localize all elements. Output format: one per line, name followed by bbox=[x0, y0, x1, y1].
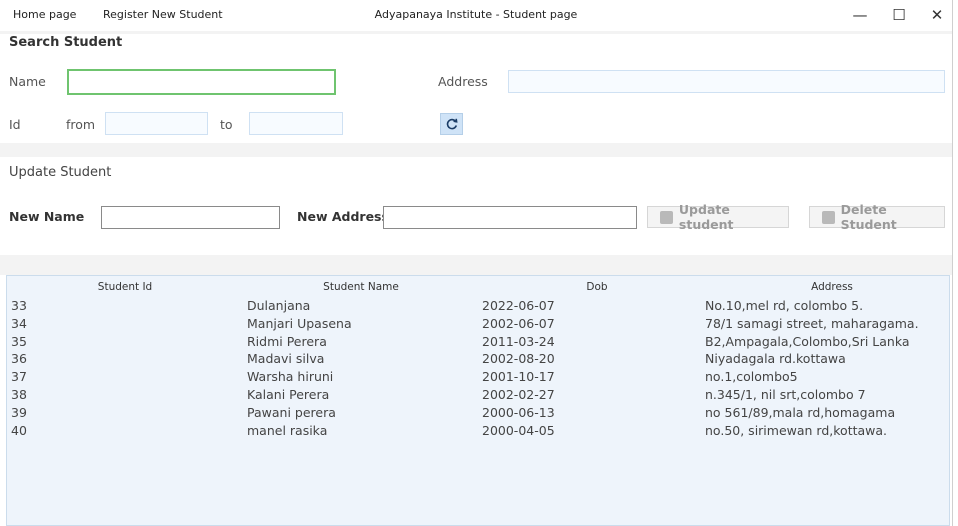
cell-dob: 2000-04-05 bbox=[482, 422, 555, 438]
search-panel: Search Student Name Address Id from to bbox=[0, 34, 952, 143]
id-from-label: from bbox=[66, 117, 96, 132]
cell-dob: 2000-06-13 bbox=[482, 404, 555, 420]
new-name-label: New Name bbox=[9, 209, 85, 224]
cell-address: B2,Ampagala,Colombo,Sri Lanka bbox=[705, 333, 910, 349]
cell-student-id: 35 bbox=[11, 333, 27, 349]
cell-student-id: 33 bbox=[11, 298, 27, 313]
id-from-input[interactable] bbox=[105, 112, 208, 135]
cell-student-name: Pawani perera bbox=[247, 404, 336, 420]
cell-student-name: Madavi silva bbox=[247, 351, 325, 367]
cell-address: 78/1 samagi street, maharagama. bbox=[705, 315, 919, 331]
new-name-input[interactable] bbox=[101, 206, 280, 229]
cell-student-id: 38 bbox=[11, 387, 27, 402]
cell-dob: 2002-02-27 bbox=[482, 387, 555, 402]
delete-icon bbox=[822, 210, 835, 224]
save-icon bbox=[660, 210, 673, 224]
column-header-student-id[interactable]: Student Id bbox=[7, 281, 243, 293]
cell-student-id: 39 bbox=[11, 404, 27, 420]
update-student-button-label: Update student bbox=[678, 202, 734, 232]
cell-address: no.50, sirimewan rd,kottawa. bbox=[705, 422, 888, 438]
table-row[interactable]: 33 Dulanjana 2022-06-07 No.10,mel rd, colom… bbox=[7, 297, 949, 315]
cell-dob: 2001-10-17 bbox=[482, 369, 555, 385]
table-row[interactable]: 34 Manjari Upasena 2002-06-07 78/1 samagi s… bbox=[7, 315, 949, 333]
update-student-button[interactable]: Update student bbox=[647, 202, 789, 232]
refresh-icon bbox=[446, 118, 458, 130]
table-row[interactable]: 36 Madavi silva 2002-08-20 Niyadagala rd.ko… bbox=[7, 350, 949, 368]
cell-student-name: Ridmi Perera bbox=[247, 333, 327, 349]
id-to-label: to bbox=[220, 117, 233, 132]
cell-address: no 561/89,mala rd,homagama bbox=[705, 404, 896, 420]
update-section-title: Update Student bbox=[9, 165, 112, 180]
table-header: Student Id Student Name Dob Address bbox=[7, 276, 949, 297]
cell-dob: 2011-03-24 bbox=[482, 333, 555, 349]
new-address-input[interactable] bbox=[383, 206, 637, 229]
id-label: Id bbox=[9, 117, 21, 132]
maximize-icon[interactable]: ☐ bbox=[884, 4, 914, 26]
name-label: Name bbox=[9, 74, 46, 89]
cell-address: no.1,colombo5 bbox=[705, 369, 798, 385]
search-address-input[interactable] bbox=[508, 70, 945, 93]
separator bbox=[0, 255, 952, 275]
table-row[interactable]: 39 Pawani perera 2000-06-13 no 561/89,mala … bbox=[7, 404, 949, 422]
cell-student-name: Warsha hiruni bbox=[247, 369, 334, 385]
search-section-title: Search Student bbox=[9, 35, 123, 50]
delete-student-button-label: Delete Student bbox=[840, 202, 897, 232]
cell-dob: 2002-08-20 bbox=[482, 351, 555, 367]
cell-dob: 2022-06-07 bbox=[482, 298, 555, 313]
cell-student-name: manel rasika bbox=[247, 422, 328, 438]
title-bar: Home page Register New Student Adyapanay… bbox=[0, 0, 952, 31]
cell-student-name: Manjari Upasena bbox=[247, 315, 352, 331]
cell-address: n.345/1, nil srt,colombo 7 bbox=[705, 387, 866, 402]
student-page-window: Home page Register New Student Adyapanay… bbox=[0, 0, 953, 526]
table-row[interactable]: 37 Warsha hiruni 2001-10-17 no.1,colombo5 bbox=[7, 368, 949, 386]
minimize-icon[interactable]: — bbox=[845, 4, 875, 26]
cell-address: No.10,mel rd, colombo 5. bbox=[705, 298, 864, 313]
column-header-dob[interactable]: Dob bbox=[479, 281, 715, 293]
refresh-button[interactable] bbox=[440, 113, 463, 135]
cell-student-name: Dulanjana bbox=[247, 298, 311, 313]
id-to-input[interactable] bbox=[249, 112, 343, 135]
search-name-input[interactable] bbox=[67, 69, 336, 95]
column-header-student-name[interactable]: Student Name bbox=[243, 281, 479, 293]
close-icon[interactable]: ✕ bbox=[922, 4, 952, 26]
students-table[interactable]: Student Id Student Name Dob Address 33 Du… bbox=[6, 275, 950, 526]
cell-address: Niyadagala rd.kottawa bbox=[705, 351, 846, 367]
table-row[interactable]: 38 Kalani Perera 2002-02-27 n.345/1, nil sr… bbox=[7, 386, 949, 404]
cell-student-name: Kalani Perera bbox=[247, 387, 330, 402]
table-row[interactable]: 40 manel rasika 2000-04-05 no.50, sirimewan… bbox=[7, 422, 949, 440]
table-row[interactable]: 35 Ridmi Perera 2011-03-24 B2,Ampagala,Colo… bbox=[7, 333, 949, 351]
column-header-address[interactable]: Address bbox=[715, 281, 949, 293]
new-address-label: New Address bbox=[297, 209, 389, 224]
window-title: Adyapanaya Institute - Student page bbox=[374, 8, 578, 21]
cell-student-id: 34 bbox=[11, 315, 27, 331]
cell-dob: 2002-06-07 bbox=[482, 315, 555, 331]
address-label: Address bbox=[438, 74, 488, 89]
separator bbox=[0, 143, 952, 157]
cell-student-id: 37 bbox=[11, 369, 27, 385]
cell-student-id: 36 bbox=[11, 351, 27, 367]
cell-student-id: 40 bbox=[11, 422, 27, 438]
delete-student-button[interactable]: Delete Student bbox=[809, 202, 945, 232]
